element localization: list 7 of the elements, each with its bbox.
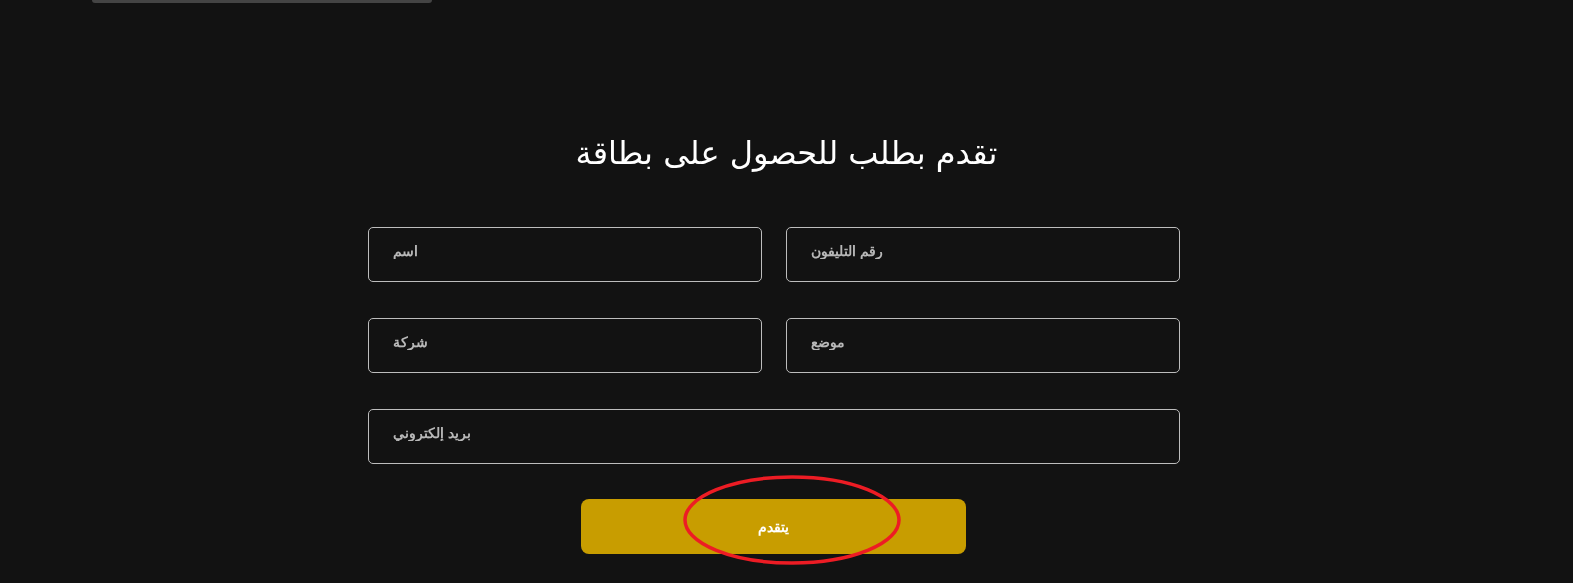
input-field[interactable]: اسم — [368, 227, 762, 282]
input-field[interactable]: بريد إلكتروني — [368, 409, 1180, 464]
input-field[interactable]: رقم التليفون — [786, 227, 1180, 282]
input-field[interactable]: شركة — [368, 318, 762, 373]
form-title: تقدم بطلب للحصول على بطاقة — [574, 133, 999, 173]
submit-button[interactable]: يتقدم — [581, 499, 966, 554]
input-field[interactable]: موضع — [786, 318, 1180, 373]
